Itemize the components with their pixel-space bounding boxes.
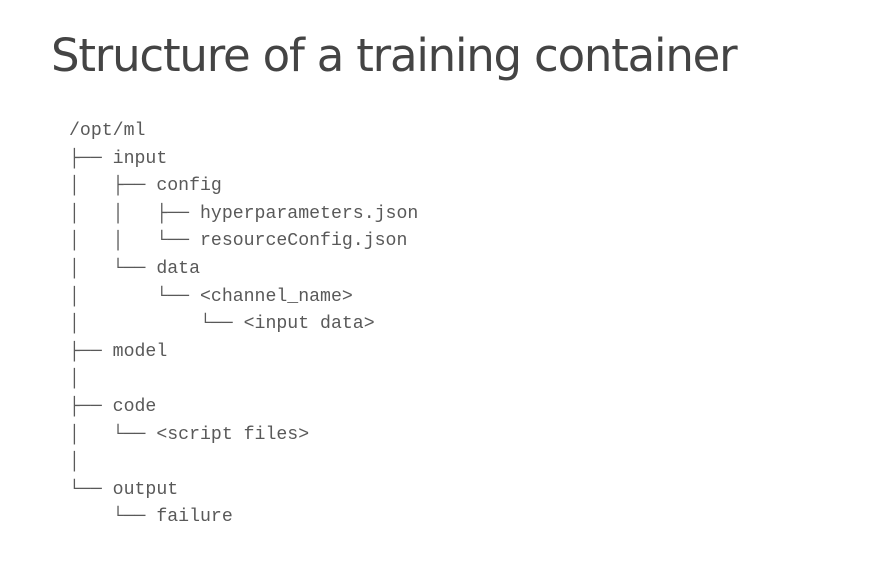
directory-tree: /opt/ml ├── input │ ├── config │ │ ├── h…	[69, 118, 418, 532]
tree-line: /opt/ml	[69, 118, 418, 146]
tree-line: ├── code	[69, 394, 418, 422]
tree-connector: │ └──	[69, 258, 157, 279]
tree-line: │ └── <channel_name>	[69, 284, 418, 312]
tree-connector: │	[69, 452, 80, 473]
tree-connector: │ │ ├──	[69, 203, 200, 224]
tree-connector: │ ├──	[69, 176, 157, 197]
directory-name: data	[156, 258, 200, 279]
tree-connector: │	[69, 369, 80, 390]
tree-line: ├── input	[69, 146, 418, 174]
tree-line: │ └── <input data>	[69, 311, 418, 339]
tree-line: │ │ └── resourceConfig.json	[69, 228, 418, 256]
tree-line: │ │ ├── hyperparameters.json	[69, 201, 418, 229]
tree-connector: │ └──	[69, 424, 157, 445]
directory-name: <channel_name>	[199, 286, 353, 307]
file-name: hyperparameters.json	[199, 203, 419, 224]
tree-line: │ └── <script files>	[69, 422, 418, 450]
tree-connector: ├──	[69, 396, 113, 417]
file-name: <script files>	[156, 424, 310, 445]
tree-line: └── output	[69, 477, 418, 505]
directory-name: code	[112, 396, 157, 417]
tree-line: │ └── data	[69, 256, 418, 284]
tree-line: │	[69, 366, 418, 394]
tree-connector: └──	[69, 507, 157, 528]
directory-name: config	[156, 176, 222, 197]
tree-connector: │ └──	[69, 314, 244, 335]
tree-line: ├── model	[69, 339, 418, 367]
directory-name: /opt/ml	[69, 121, 146, 141]
file-name: <input data>	[243, 314, 375, 335]
tree-connector: │ │ └──	[69, 231, 200, 252]
tree-connector: └──	[69, 479, 113, 500]
tree-line: │	[69, 449, 418, 477]
directory-name: output	[112, 479, 179, 500]
directory-name: input	[112, 148, 168, 169]
slide-title: Structure of a training container	[51, 29, 738, 82]
tree-line: └── failure	[69, 504, 418, 532]
file-name: resourceConfig.json	[199, 231, 408, 252]
tree-connector: │ └──	[69, 286, 200, 307]
tree-connector: ├──	[69, 341, 113, 362]
tree-line: │ ├── config	[69, 173, 418, 201]
directory-name: model	[112, 341, 168, 362]
tree-connector: ├──	[69, 148, 113, 169]
file-name: failure	[156, 507, 233, 528]
